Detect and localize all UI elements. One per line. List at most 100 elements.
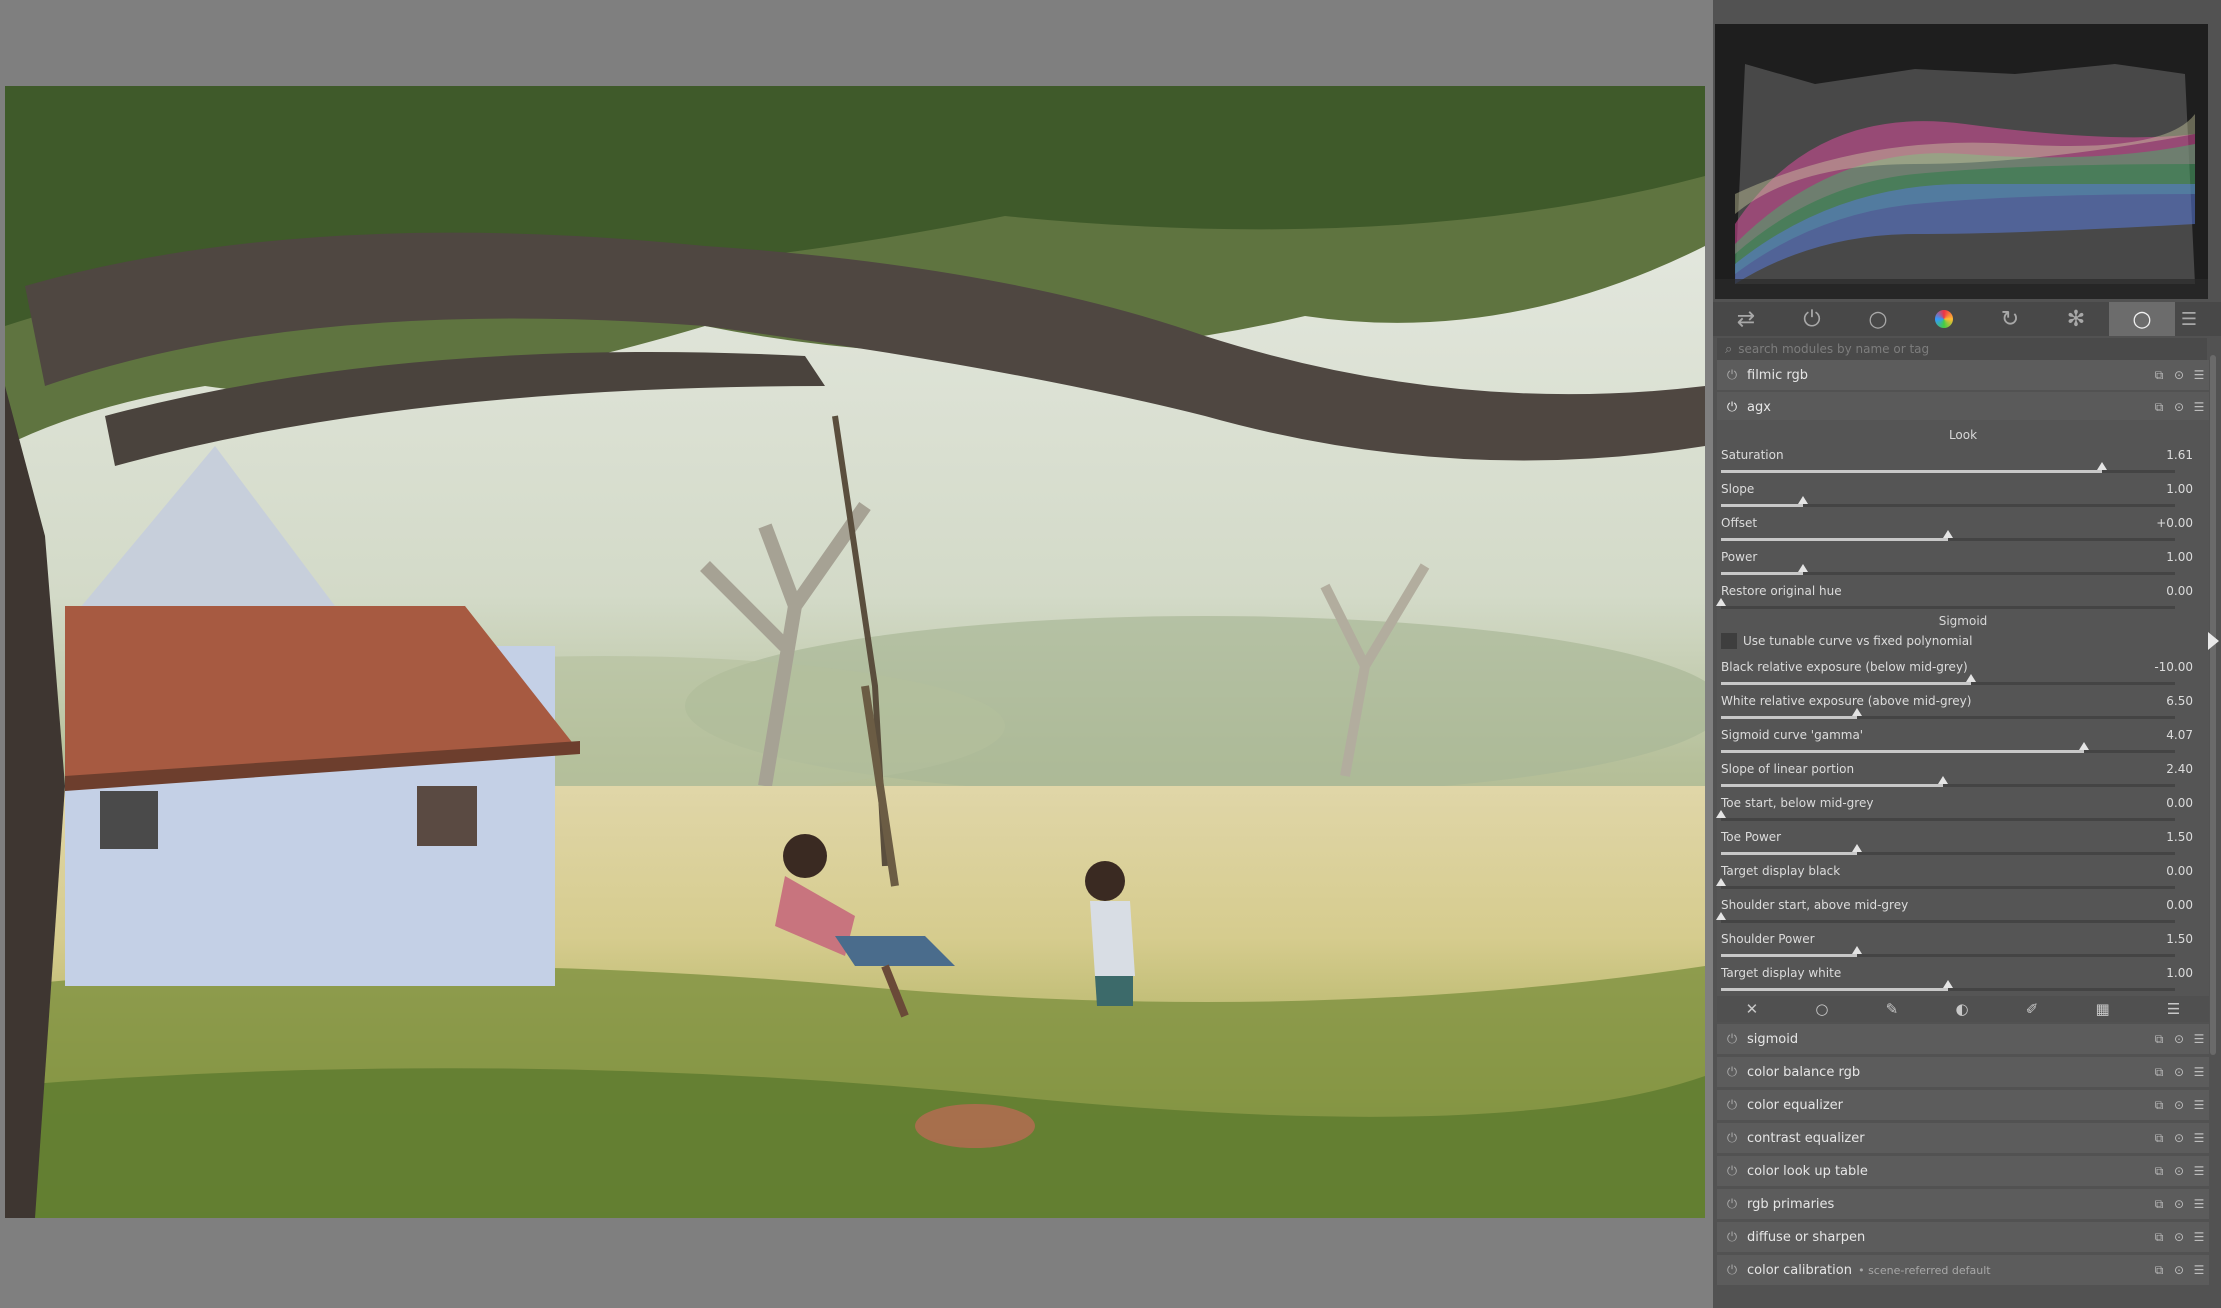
tunable-curve-checkbox-row[interactable]: Use tunable curve vs fixed polynomial bbox=[1721, 630, 2207, 652]
slider-offset[interactable]: Offset +0.00 bbox=[1717, 510, 2209, 544]
slider-track[interactable] bbox=[1716, 878, 2175, 889]
reset-icon[interactable]: ⊙ bbox=[2169, 400, 2189, 414]
reset-icon[interactable]: ⊙ bbox=[2169, 1065, 2189, 1079]
slider-toe-start-below-mid-grey[interactable]: Toe start, below mid-grey 0.00 bbox=[1716, 790, 2209, 824]
photo-image[interactable] bbox=[5, 86, 1705, 1218]
multi-instance-icon[interactable]: ⧉ bbox=[2149, 1065, 2169, 1080]
presets-icon[interactable]: ☰ bbox=[2189, 1230, 2209, 1244]
power-icon[interactable]: ⏻ bbox=[1717, 1131, 1747, 1146]
power-icon[interactable]: ⏻ bbox=[1717, 1164, 1747, 1179]
reset-icon[interactable]: ⊙ bbox=[2169, 1098, 2189, 1112]
multi-instance-icon[interactable]: ⧉ bbox=[2149, 400, 2169, 415]
search-modules-bar[interactable]: ⌕ search modules by name or tag bbox=[1717, 338, 2207, 360]
slider-target-display-white[interactable]: Target display white 1.00 bbox=[1717, 960, 2209, 994]
presets-icon[interactable]: ☰ bbox=[2189, 1032, 2209, 1046]
slider-handle[interactable] bbox=[1716, 598, 1726, 606]
multi-instance-icon[interactable]: ⧉ bbox=[2149, 1131, 2169, 1146]
correct-icon[interactable]: ↻ bbox=[1977, 302, 2043, 336]
power-icon[interactable]: ⏻ bbox=[1717, 1197, 1747, 1212]
slider-handle[interactable] bbox=[1797, 564, 1808, 572]
module-header-color-equalizer[interactable]: ⏻ color equalizer ⧉ ⊙ ☰ bbox=[1717, 1090, 2209, 1120]
panel-scrollbar[interactable] bbox=[2210, 355, 2216, 1055]
power-icon[interactable]: ⏻ bbox=[1779, 302, 1845, 336]
module-header-sigmoid[interactable]: ⏻ sigmoid ⧉ ⊙ ☰ bbox=[1717, 1024, 2209, 1054]
effects-icon[interactable]: ✻ bbox=[2043, 302, 2109, 336]
group-circle-icon[interactable]: ○ bbox=[2109, 302, 2175, 336]
presets-icon[interactable]: ☰ bbox=[2189, 1197, 2209, 1211]
presets-icon[interactable]: ☰ bbox=[2189, 1263, 2209, 1277]
slider-slope[interactable]: Slope 1.00 bbox=[1717, 476, 2209, 510]
slider-restore-original-hue[interactable]: Restore original hue 0.00 bbox=[1716, 578, 2209, 612]
checkbox[interactable] bbox=[1721, 633, 1737, 649]
drawn-parametric-icon[interactable]: ✐ bbox=[2026, 1000, 2039, 1018]
reset-icon[interactable]: ⊙ bbox=[2169, 1230, 2189, 1244]
slider-handle[interactable] bbox=[1943, 980, 1953, 988]
presets-icon[interactable]: ☰ bbox=[2189, 368, 2209, 382]
power-icon[interactable]: ⏻ bbox=[1717, 1230, 1747, 1245]
slider-track[interactable] bbox=[1721, 946, 2175, 957]
slider-track[interactable] bbox=[1721, 742, 2175, 753]
multi-instance-icon[interactable]: ⧉ bbox=[2149, 1098, 2169, 1113]
power-icon[interactable]: ⏻ bbox=[1717, 368, 1747, 383]
multi-instance-icon[interactable]: ⧉ bbox=[2149, 1197, 2169, 1212]
slider-handle[interactable] bbox=[1852, 844, 1863, 852]
module-header-agx[interactable]: ⏻ agx ⧉ ⊙ ☰ bbox=[1717, 392, 2209, 422]
slider-handle[interactable] bbox=[1852, 946, 1863, 954]
sliders-icon[interactable]: ⇄ bbox=[1713, 302, 1779, 336]
color-wheel-icon[interactable] bbox=[1911, 302, 1977, 336]
power-icon[interactable]: ⏻ bbox=[1717, 400, 1747, 415]
multi-instance-icon[interactable]: ⧉ bbox=[2149, 368, 2169, 383]
reset-icon[interactable]: ⊙ bbox=[2169, 1032, 2189, 1046]
slider-track[interactable] bbox=[1716, 598, 2175, 609]
slider-track[interactable] bbox=[1721, 564, 2175, 575]
slider-handle[interactable] bbox=[1943, 530, 1953, 538]
slider-handle[interactable] bbox=[1716, 878, 1726, 886]
slider-shoulder-power[interactable]: Shoulder Power 1.50 bbox=[1717, 926, 2209, 960]
reset-icon[interactable]: ⊙ bbox=[2169, 1263, 2189, 1277]
power-icon[interactable]: ⏻ bbox=[1717, 1032, 1747, 1047]
slider-track[interactable] bbox=[1721, 776, 2175, 787]
parametric-mask-icon[interactable]: ◐ bbox=[1955, 1000, 1968, 1018]
multi-instance-icon[interactable]: ⧉ bbox=[2149, 1230, 2169, 1245]
slider-track[interactable] bbox=[1716, 810, 2175, 821]
slider-white-relative-exposure-above-mid-grey[interactable]: White relative exposure (above mid-grey)… bbox=[1717, 688, 2209, 722]
menu-icon[interactable]: ☰ bbox=[2167, 1000, 2180, 1018]
slider-toe-power[interactable]: Toe Power 1.50 bbox=[1717, 824, 2209, 858]
circle-mask-icon[interactable]: ○ bbox=[1815, 1000, 1828, 1018]
reset-icon[interactable]: ⊙ bbox=[2169, 1164, 2189, 1178]
power-icon[interactable]: ⏻ bbox=[1717, 1098, 1747, 1113]
slider-slope-of-linear-portion[interactable]: Slope of linear portion 2.40 bbox=[1717, 756, 2209, 790]
slider-handle[interactable] bbox=[2097, 462, 2108, 470]
presets-icon[interactable]: ☰ bbox=[2189, 1065, 2209, 1079]
slider-handle[interactable] bbox=[1716, 810, 1726, 818]
multi-instance-icon[interactable]: ⧉ bbox=[2149, 1032, 2169, 1047]
raster-mask-icon[interactable]: ▦ bbox=[2096, 1000, 2110, 1018]
slider-shoulder-start-above-mid-grey[interactable]: Shoulder start, above mid-grey 0.00 bbox=[1716, 892, 2209, 926]
slider-handle[interactable] bbox=[1852, 708, 1863, 716]
reset-icon[interactable]: ⊙ bbox=[2169, 1131, 2189, 1145]
slider-track[interactable] bbox=[1716, 912, 2175, 923]
presets-icon[interactable]: ☰ bbox=[2189, 1131, 2209, 1145]
presets-icon[interactable]: ☰ bbox=[2189, 1098, 2209, 1112]
slider-black-relative-exposure-below-mid-grey[interactable]: Black relative exposure (below mid-grey)… bbox=[1717, 654, 2209, 688]
slider-handle[interactable] bbox=[2079, 742, 2090, 750]
close-icon[interactable]: ✕ bbox=[1746, 1000, 1759, 1018]
slider-power[interactable]: Power 1.00 bbox=[1717, 544, 2209, 578]
slider-target-display-black[interactable]: Target display black 0.00 bbox=[1716, 858, 2209, 892]
module-header-contrast-equalizer[interactable]: ⏻ contrast equalizer ⧉ ⊙ ☰ bbox=[1717, 1123, 2209, 1153]
module-header-color-calibration[interactable]: ⏻ color calibration • scene-referred defa… bbox=[1717, 1255, 2209, 1285]
presets-icon[interactable]: ☰ bbox=[2189, 1164, 2209, 1178]
search-input[interactable]: search modules by name or tag bbox=[1738, 342, 1929, 356]
slider-track[interactable] bbox=[1721, 708, 2175, 719]
power-icon[interactable]: ⏻ bbox=[1717, 1263, 1747, 1278]
slider-saturation[interactable]: Saturation 1.61 bbox=[1717, 442, 2209, 476]
module-header-filmic[interactable]: ⏻ filmic rgb ⧉ ⊙ ☰ bbox=[1717, 360, 2209, 390]
module-header-rgb-primaries[interactable]: ⏻ rgb primaries ⧉ ⊙ ☰ bbox=[1717, 1189, 2209, 1219]
slider-track[interactable] bbox=[1721, 844, 2175, 855]
slider-track[interactable] bbox=[1721, 462, 2175, 473]
slider-handle[interactable] bbox=[1797, 496, 1808, 504]
reset-icon[interactable]: ⊙ bbox=[2169, 368, 2189, 382]
multi-instance-icon[interactable]: ⧉ bbox=[2149, 1164, 2169, 1179]
slider-handle[interactable] bbox=[1965, 674, 1976, 682]
multi-instance-icon[interactable]: ⧉ bbox=[2149, 1263, 2169, 1278]
